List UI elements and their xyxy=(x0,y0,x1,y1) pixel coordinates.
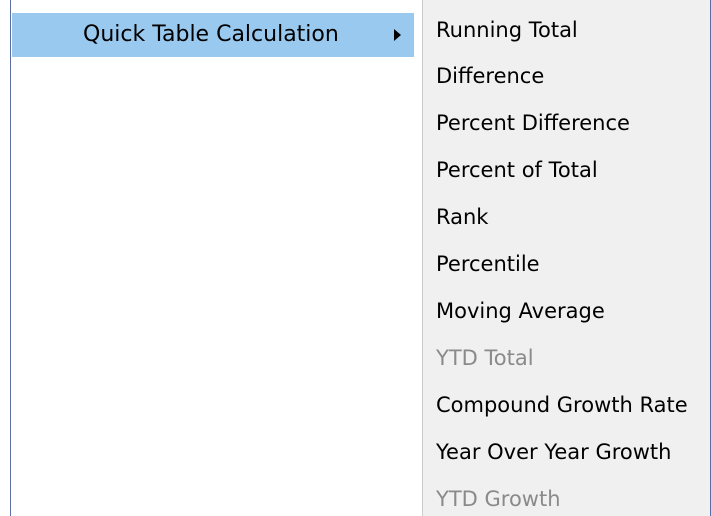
quick-table-calculation-label: Quick Table Calculation xyxy=(83,22,339,47)
submenu-item-running-total[interactable]: Running Total xyxy=(436,13,711,47)
submenu-item-percent-difference[interactable]: Percent Difference xyxy=(436,106,711,140)
submenu-item-moving-average[interactable]: Moving Average xyxy=(436,294,711,328)
submenu-item-percentile[interactable]: Percentile xyxy=(436,247,711,281)
context-menu-screen: Quick Table Calculation Running Total Di… xyxy=(0,0,711,516)
chevron-right-icon xyxy=(394,29,401,41)
submenu-item-ytd-total: YTD Total xyxy=(436,346,534,370)
submenu-item-difference[interactable]: Difference xyxy=(436,59,711,93)
quick-table-calculation-menu-item[interactable]: Quick Table Calculation xyxy=(12,13,414,57)
quick-table-calculation-submenu: Running Total Difference Percent Differe… xyxy=(422,0,711,516)
submenu-item-year-over-year-growth[interactable]: Year Over Year Growth xyxy=(436,435,711,469)
submenu-item-ytd-growth: YTD Growth xyxy=(436,487,561,511)
submenu-item-rank[interactable]: Rank xyxy=(436,200,711,234)
submenu-item-percent-of-total[interactable]: Percent of Total xyxy=(436,153,711,187)
submenu-item-compound-growth-rate[interactable]: Compound Growth Rate xyxy=(436,388,711,422)
parent-context-menu: Quick Table Calculation xyxy=(10,0,422,516)
